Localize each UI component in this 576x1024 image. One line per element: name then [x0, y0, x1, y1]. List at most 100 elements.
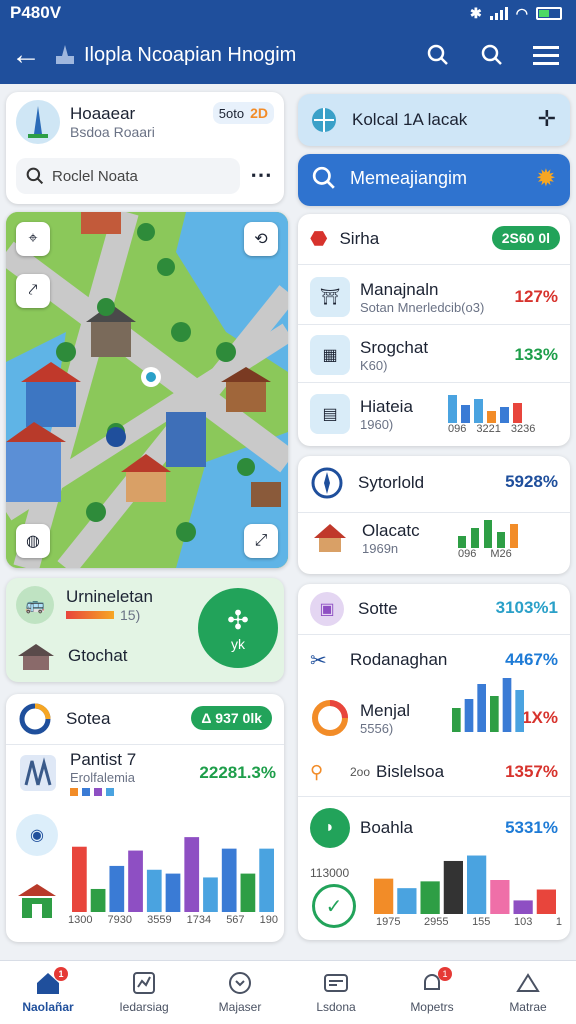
tick-label: 1975 — [376, 916, 401, 928]
sotte-title: Sotte — [358, 599, 398, 618]
bar — [259, 848, 274, 912]
temple-icon — [18, 884, 56, 918]
map-expand-button[interactable]: ⤢ — [244, 524, 278, 558]
bar — [128, 850, 143, 912]
mini-bar-chart: 096 M26 — [458, 516, 558, 566]
search-secondary-icon[interactable] — [476, 39, 508, 71]
tick-label: 1 — [555, 916, 562, 928]
bar — [461, 405, 470, 423]
row-title: Rodanaghan — [350, 650, 448, 669]
back-button[interactable]: ← — [0, 38, 52, 72]
sotte-card: ▣ Sotte 3103%1 ✂ Rodanaghan 4467% Menjal… — [298, 584, 570, 940]
sotea-card: Sotea Δ 937 0lk Pantist 7 Erolfalemia 22… — [6, 694, 284, 942]
map-marker-icon: ⬣ — [310, 228, 328, 250]
badge-text: 5oto — [218, 105, 245, 121]
profile-badge: 5oto 2D — [212, 102, 274, 124]
bar — [109, 865, 125, 912]
row-sub: 1960) — [360, 416, 394, 432]
syto-card: Sytorlold 5928% Olacatc 1969n 096 M26 — [298, 456, 570, 574]
bar — [536, 889, 556, 914]
map-route-button[interactable]: ⤤ — [16, 274, 50, 308]
sotte-bar-chart — [452, 678, 524, 732]
more-icon[interactable]: ⋯ — [250, 162, 272, 188]
bar — [374, 878, 394, 914]
row-title: Manajnaln — [360, 279, 439, 299]
locate-card[interactable]: Kolcal 1A lacak ✛ — [298, 94, 570, 146]
map-locate-button[interactable]: ◍ — [16, 524, 50, 558]
settings-icon[interactable]: ✹ — [536, 164, 556, 193]
compass-icon — [311, 467, 343, 499]
signpost-badge: ✣ yk — [198, 588, 278, 668]
status-time: P480V — [10, 3, 62, 22]
row-percent: 127% — [514, 287, 558, 306]
row-sub: Erolfalemia — [70, 770, 136, 785]
list-item[interactable]: ▤ Hiateia 1960) 096 3221 3236 — [298, 386, 570, 442]
heart-circle-icon — [229, 972, 251, 994]
check-icon[interactable]: ✓ — [312, 884, 356, 928]
stats-card: ⬣ Sirha 2S60 0l ⛩ Manajnaln Sotan Mnerle… — [298, 214, 570, 446]
nav-data[interactable]: Lsdona — [288, 961, 384, 1024]
bottom-nav: Naolañar 1 Iedarsiag Majaser Lsdona Mope… — [0, 960, 576, 1024]
list-item[interactable]: ⚲ 2oo Bislelsoa 1357% — [298, 754, 570, 790]
syto-percent: 5928% — [505, 472, 558, 491]
map-pin-button[interactable]: ⌖ — [16, 222, 50, 256]
sotea-pill: Δ 937 0lk — [191, 706, 272, 730]
tick-label: 567 — [226, 914, 245, 926]
page-title: Ilopla Ncoapian Hnogim — [84, 43, 297, 66]
bar — [490, 880, 510, 914]
map-layers-button[interactable]: ⟲ — [244, 222, 278, 256]
green-sub: 15) — [120, 607, 141, 623]
nav-more[interactable]: Matrae — [480, 961, 576, 1024]
status-bar: P480V ✱ ◠ — [0, 0, 576, 26]
map-canvas — [6, 212, 288, 568]
bar — [487, 411, 496, 423]
row-percent: 5331% — [505, 818, 558, 837]
list-item[interactable]: ▦ Srogchat K60) 133% — [298, 328, 570, 382]
bar — [397, 888, 417, 914]
nav-reports[interactable]: Iedarsiag — [96, 961, 192, 1024]
menu-icon[interactable] — [530, 39, 562, 71]
pin-icon: ⌖ — [28, 230, 38, 247]
bar — [464, 699, 474, 732]
battery-icon — [536, 6, 562, 20]
tick-label: M26 — [490, 548, 512, 560]
map-view[interactable]: ⌖ ⤤ ⟲ ◍ ⤢ — [6, 212, 288, 568]
bar — [452, 708, 461, 732]
green-card[interactable]: 🚌 Urnineletan 15) Gtochat ✣ yk — [6, 578, 284, 682]
list-item[interactable]: ⛩ Manajnaln Sotan Mnerledcib(o3) 127% — [298, 270, 570, 324]
nav-alerts[interactable]: Mopetrs 1 — [384, 961, 480, 1024]
nav-home[interactable]: Naolañar 1 — [0, 961, 96, 1024]
list-item[interactable]: Menjal 5556) 1X% — [298, 688, 570, 748]
bar — [510, 524, 518, 548]
bar — [420, 881, 440, 914]
bar — [184, 837, 200, 912]
chart-icon — [133, 972, 155, 994]
sotte-percent: 3103%1 — [495, 598, 558, 617]
list-item[interactable]: ✂ Rodanaghan 4467% — [298, 640, 570, 680]
bar — [471, 528, 479, 548]
row-title: Boahla — [360, 818, 413, 837]
inbox-icon — [324, 974, 348, 992]
locate-icon: ◍ — [26, 533, 40, 550]
tick-label: 096 — [448, 423, 467, 435]
crosshair-icon[interactable]: ✛ — [538, 106, 556, 132]
row-title: Bislelsoa — [376, 762, 445, 781]
camera-icon[interactable]: ◉ — [16, 814, 58, 856]
status-icons: ✱ ◠ — [470, 5, 562, 22]
primary-action-card[interactable]: Memeajiangim ✹ — [298, 154, 570, 206]
row-title: Srogchat — [360, 337, 429, 357]
nav-manage[interactable]: Majaser — [192, 961, 288, 1024]
signpost-label: yk — [231, 635, 245, 652]
search-icon[interactable] — [422, 39, 454, 71]
search-field-icon — [26, 167, 44, 185]
bridge-icon — [20, 755, 56, 791]
sotea-title: Sotea — [66, 709, 111, 728]
donut-icon — [312, 700, 348, 736]
bus-icon: 🚌 — [16, 586, 54, 624]
tick-label: 155 — [472, 916, 491, 928]
list-item[interactable]: Pantist 7 Erolfalemia 22281.3% — [16, 750, 276, 796]
tick-label: 2955 — [424, 916, 449, 928]
search-field[interactable]: Roclel Noata — [16, 158, 240, 194]
color-dots — [70, 788, 189, 796]
calendar-icon: ▦ — [310, 335, 350, 375]
